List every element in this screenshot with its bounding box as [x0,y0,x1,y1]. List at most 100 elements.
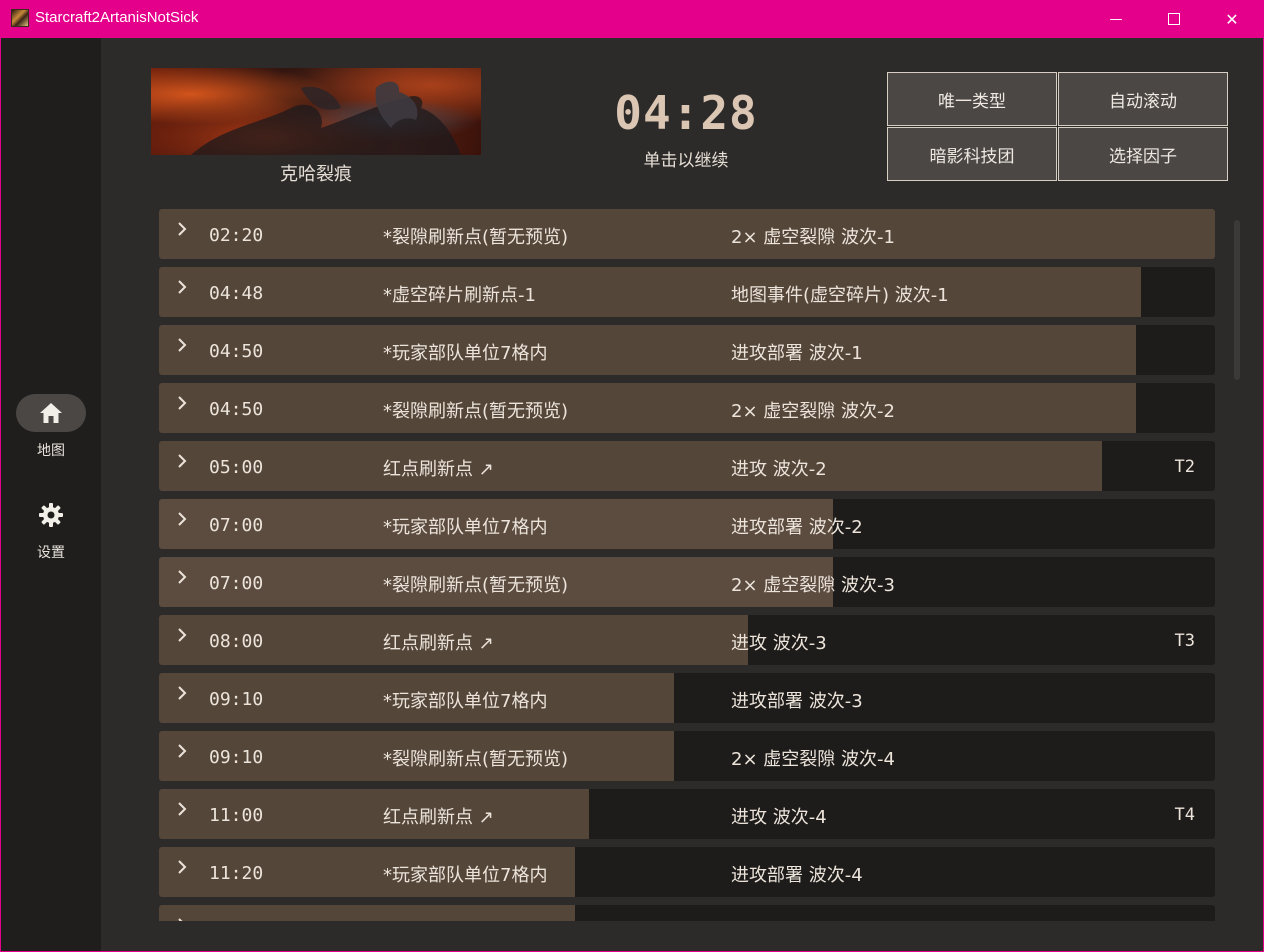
map-artwork [191,81,461,155]
sidebar-item-map[interactable]: 地图 [1,394,101,460]
event-row[interactable] [159,905,1215,921]
row-location: *玩家部队单位7格内 [383,865,548,886]
event-row[interactable]: 09:10 *玩家部队单位7格内 进攻部署 波次-3 [159,673,1215,723]
window-title: Starcraft2ArtanisNotSick [35,9,199,26]
close-icon: ✕ [1225,9,1239,29]
row-location: *玩家部队单位7格内 [383,517,548,538]
event-row[interactable]: 09:10 *裂隙刷新点(暂无预览) 2× 虚空裂隙 波次-4 [159,731,1215,781]
row-time: 07:00 [209,515,264,536]
sidebar-item-label: 地图 [37,443,65,459]
row-event: 进攻 波次-4 [731,807,827,828]
scrollbar[interactable] [1234,220,1240,380]
minimize-button[interactable]: — [1087,0,1145,38]
row-time: 07:00 [209,573,264,594]
row-progress-fill [159,267,1141,317]
row-tier-badge: T3 [1174,631,1195,651]
row-event: 进攻部署 波次-3 [731,691,863,712]
event-row[interactable]: 08:00 红点刷新点 ↗ 进攻 波次-3 T3 [159,615,1215,665]
row-time: 08:00 [209,631,264,652]
row-location: *玩家部队单位7格内 [383,343,548,364]
maximize-button[interactable] [1145,0,1203,38]
row-event: 进攻部署 波次-1 [731,343,863,364]
row-progress-fill [159,325,1136,375]
auto-scroll-button[interactable]: 自动滚动 [1058,72,1228,126]
row-location: 红点刷新点 ↗ [383,459,494,480]
chevron-right-icon[interactable] [177,453,187,474]
row-event: 2× 虚空裂隙 波次-3 [731,575,895,596]
chevron-right-icon[interactable] [177,569,187,590]
row-progress-fill [159,905,575,921]
chevron-right-icon[interactable] [177,685,187,706]
row-location: *裂隙刷新点(暂无预览) [383,575,569,596]
row-event: 进攻 波次-2 [731,459,827,480]
row-event: 地图事件(虚空碎片) 波次-1 [731,285,949,306]
select-mutator-button[interactable]: 选择因子 [1058,127,1228,181]
row-tier-badge: T2 [1174,457,1195,477]
chevron-right-icon[interactable] [177,743,187,764]
event-row[interactable]: 11:20 *玩家部队单位7格内 进攻部署 波次-4 [159,847,1215,897]
nav-pill-map[interactable] [16,394,86,432]
event-row[interactable]: 04:50 *裂隙刷新点(暂无预览) 2× 虚空裂隙 波次-2 [159,383,1215,433]
row-event: 2× 虚空裂隙 波次-1 [731,227,895,248]
chevron-right-icon[interactable] [177,221,187,242]
chevron-right-icon[interactable] [177,279,187,300]
row-progress-fill [159,441,1102,491]
chevron-right-icon[interactable] [177,337,187,358]
sidebar-item-settings[interactable]: 设置 [1,496,101,562]
row-progress-fill [159,383,1136,433]
event-row[interactable]: 04:48 *虚空碎片刷新点-1 地图事件(虚空碎片) 波次-1 [159,267,1215,317]
event-row[interactable]: 07:00 *裂隙刷新点(暂无预览) 2× 虚空裂隙 波次-3 [159,557,1215,607]
unique-type-button[interactable]: 唯一类型 [887,72,1057,126]
chevron-right-icon[interactable] [177,511,187,532]
row-event: 2× 虚空裂隙 波次-2 [731,401,895,422]
event-row[interactable]: 07:00 *玩家部队单位7格内 进攻部署 波次-2 [159,499,1215,549]
timer-hint[interactable]: 单击以继续 [591,146,781,171]
main-content: 克哈裂痕 04:28 单击以继续 唯一类型 自动滚动 暗影科技团 选择因子 02… [101,38,1263,951]
row-progress-fill [159,209,1215,259]
home-icon [40,403,62,423]
chevron-right-icon[interactable] [177,801,187,822]
row-time: 09:10 [209,689,264,710]
minimize-icon: — [1109,11,1123,27]
row-event: 进攻部署 波次-4 [731,865,863,886]
row-location: *裂隙刷新点(暂无预览) [383,227,569,248]
row-location: 红点刷新点 ↗ [383,807,494,828]
sidebar: 地图 设置 [1,38,101,951]
maximize-icon [1168,13,1180,25]
chevron-right-icon[interactable] [177,917,187,921]
option-button-grid: 唯一类型 自动滚动 暗影科技团 选择因子 [887,72,1228,181]
row-time: 04:50 [209,341,264,362]
row-event: 进攻 波次-3 [731,633,827,654]
app-window: 地图 设置 克哈裂痕 04:28 单击以继续 唯一类型 自动滚动 暗影科技团 选… [1,38,1263,951]
chevron-right-icon[interactable] [177,859,187,880]
row-location: *玩家部队单位7格内 [383,691,548,712]
nav-pill-settings[interactable] [16,496,86,534]
row-time: 11:20 [209,863,264,884]
row-event: 进攻部署 波次-2 [731,517,863,538]
chevron-right-icon[interactable] [177,627,187,648]
shadow-tech-button[interactable]: 暗影科技团 [887,127,1057,181]
app-icon [11,9,29,27]
map-name: 克哈裂痕 [280,164,352,185]
sidebar-item-label: 设置 [37,545,65,561]
event-row[interactable]: 11:00 红点刷新点 ↗ 进攻 波次-4 T4 [159,789,1215,839]
title-bar[interactable]: Starcraft2ArtanisNotSick — ✕ [0,0,1264,38]
gear-icon [39,503,63,527]
row-time: 04:50 [209,399,264,420]
map-image [151,68,481,155]
row-time: 05:00 [209,457,264,478]
chevron-right-icon[interactable] [177,395,187,416]
row-time: 04:48 [209,283,264,304]
event-row[interactable]: 02:20 *裂隙刷新点(暂无预览) 2× 虚空裂隙 波次-1 [159,209,1215,259]
row-tier-badge: T4 [1174,805,1195,825]
game-timer[interactable]: 04:28 [591,86,781,140]
event-row[interactable]: 05:00 红点刷新点 ↗ 进攻 波次-2 T2 [159,441,1215,491]
close-button[interactable]: ✕ [1203,0,1261,38]
row-location: *裂隙刷新点(暂无预览) [383,401,569,422]
row-time: 02:20 [209,225,264,246]
row-time: 11:00 [209,805,264,826]
row-event: 2× 虚空裂隙 波次-4 [731,749,895,770]
row-location: 红点刷新点 ↗ [383,633,494,654]
event-row[interactable]: 04:50 *玩家部队单位7格内 进攻部署 波次-1 [159,325,1215,375]
event-list[interactable]: 02:20 *裂隙刷新点(暂无预览) 2× 虚空裂隙 波次-1 04:48 *虚空碎片刷… [159,209,1215,921]
